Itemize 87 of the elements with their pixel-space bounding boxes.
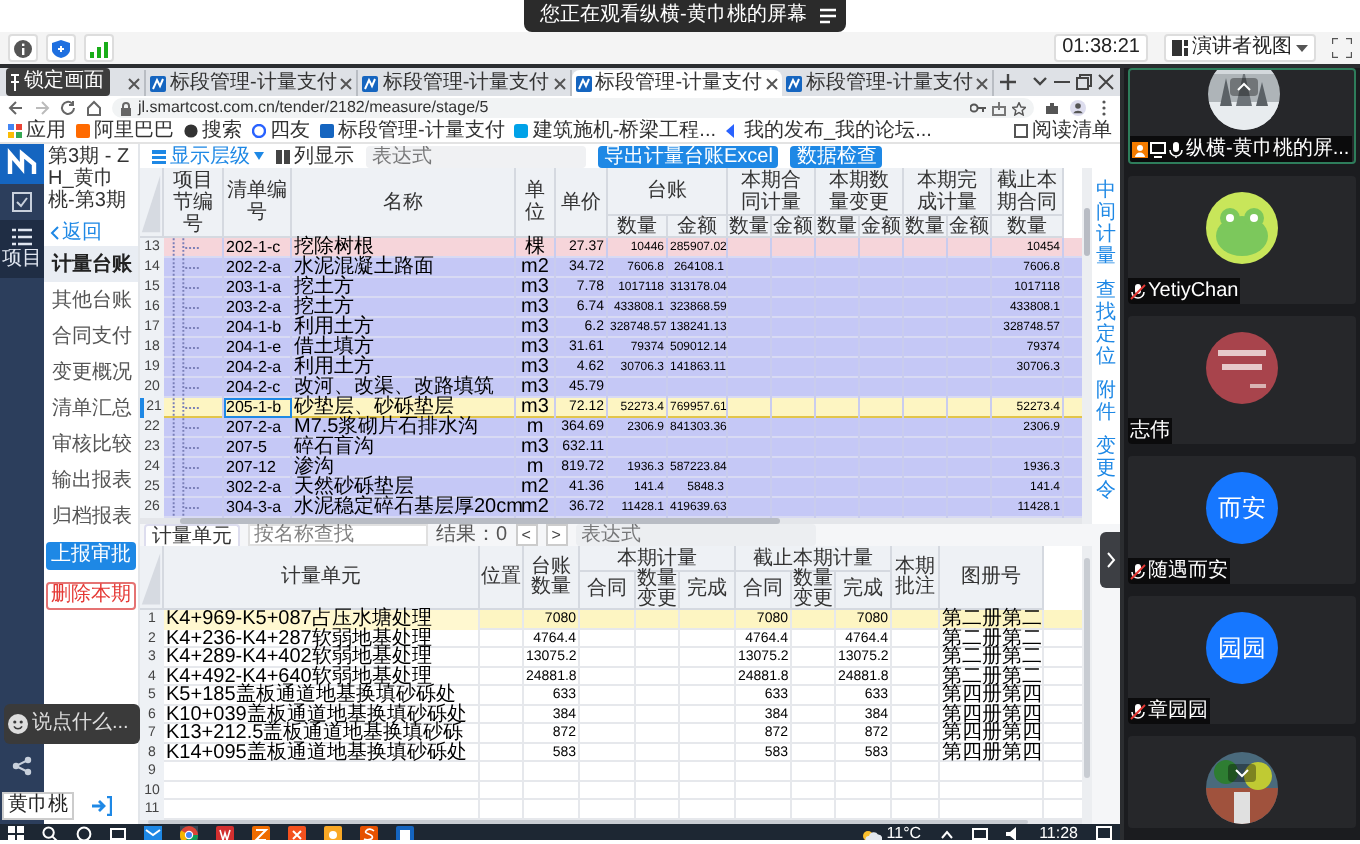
avatar: 而安 — [1206, 472, 1278, 544]
column-group-header: 截止本期合同 — [992, 168, 1064, 216]
column-header: 完成 — [680, 572, 736, 610]
participant-name: YetiyChan — [1148, 279, 1239, 303]
delete-button[interactable]: 删除本期 — [46, 582, 136, 610]
nav-item[interactable]: 清单汇总 — [44, 390, 138, 426]
side-link[interactable]: 附件 — [1096, 380, 1116, 424]
participant-name: 随遇而安 — [1148, 559, 1228, 583]
participant-name: 志伟 — [1130, 419, 1170, 443]
column-header: 名称 — [292, 168, 516, 238]
bookmark[interactable]: 标段管理-计量支付 — [320, 120, 505, 142]
table-cell[interactable]: 204-2-c — [224, 378, 292, 398]
lock-label: 锁定画面 — [24, 70, 104, 94]
column-header: 数量 — [728, 216, 772, 238]
nav-item[interactable]: 计量台账 — [44, 246, 138, 282]
nav-item[interactable]: 其他台账 — [44, 282, 138, 318]
export-button[interactable]: 导出计量台账Excel — [598, 145, 779, 167]
column-header: 单价 — [556, 168, 608, 238]
column-group-header: 本期数量变更 — [816, 168, 904, 216]
column-header: 金额 — [668, 216, 728, 238]
address-field[interactable]: jl.smartcost.com.cn/tender/2182/measure/stage/5 — [112, 98, 1034, 118]
column-header: 图册号 — [940, 546, 1044, 610]
notice-text: 您正在观看纵横-黄巾桃的屏幕 — [540, 4, 807, 28]
table-cell[interactable]: K4+969-K5+087占压水塘处理 — [164, 610, 480, 629]
previous-button[interactable]: < — [515, 524, 538, 546]
period-title: 第3期 - ZH_黄巾桃-第3期 — [46, 144, 132, 214]
participant-name: 纵横-黄巾桃的屏... — [1186, 137, 1350, 161]
column-header: 合同 — [580, 572, 636, 610]
nav-item[interactable]: 合同支付 — [44, 318, 138, 354]
bookmark[interactable]: 建筑施机-桥梁工程... — [514, 120, 717, 142]
column-header: 数量 — [816, 216, 860, 238]
expression-field[interactable]: 表达式 — [575, 524, 816, 546]
next-button[interactable]: > — [545, 524, 568, 546]
bookmark[interactable]: 阿里巴巴 — [76, 120, 174, 142]
clock-text: 11:28 — [1039, 824, 1078, 840]
column-header: 单位 — [516, 168, 556, 238]
avatar: 园园 — [1206, 612, 1278, 684]
bookmark[interactable]: 四友 — [252, 120, 310, 142]
column-header: 合同 — [736, 572, 792, 610]
bookmark[interactable]: 搜索 — [184, 120, 242, 142]
column-header: 位置 — [480, 546, 524, 610]
side-link[interactable]: 中间计量 — [1096, 180, 1116, 268]
column-header: 数量 — [992, 216, 1064, 238]
check-button[interactable]: 数据检查 — [790, 145, 883, 167]
browser-tab[interactable]: 标段管理-计量支付 — [571, 70, 783, 96]
chat-input[interactable]: 说点什么... — [4, 704, 140, 744]
column-header: 数量 — [608, 216, 668, 238]
column-group-header: 本期合同计量 — [728, 168, 816, 216]
column-header: 清单编号 — [224, 168, 292, 238]
back-link[interactable]: 返回 — [44, 218, 138, 246]
search-field[interactable]: 按名称查找 — [248, 524, 428, 546]
rail-item[interactable]: 项目 — [0, 220, 44, 278]
weather-text: 11°C — [886, 824, 922, 840]
submit-button[interactable]: 上报审批 — [46, 542, 136, 570]
column-group-header: 本期完成计量 — [904, 168, 992, 216]
nav-item[interactable]: 审核比较 — [44, 426, 138, 462]
level-dropdown[interactable]: 显示层级 — [152, 145, 264, 167]
table-cell[interactable]: 205-1-b — [224, 398, 292, 418]
bookmark[interactable]: 应用 — [8, 120, 66, 142]
column-header: 台账数量 — [524, 546, 580, 610]
side-link[interactable]: 查找定位 — [1096, 280, 1116, 368]
column-header: 金额 — [772, 216, 816, 238]
nav-item[interactable]: 归档报表 — [44, 498, 138, 534]
presenter-label: 黄巾桃 — [2, 792, 74, 820]
expression-field[interactable]: 表达式 — [366, 145, 586, 167]
column-group-header: 台账 — [608, 168, 728, 216]
column-header: 金额 — [948, 216, 992, 238]
column-header: 项目节编号 — [164, 168, 224, 238]
column-header: 完成 — [836, 572, 892, 610]
participant-name: 章园园 — [1148, 699, 1208, 723]
lock-overlay[interactable]: 锁定画面 — [6, 68, 110, 96]
column-header: 计量单元 — [164, 546, 480, 610]
view-button[interactable]: 演讲者视图 — [1164, 34, 1316, 62]
bookmark[interactable]: 我的发布_我的论坛... — [726, 120, 932, 142]
nav-item[interactable]: 变更概况 — [44, 354, 138, 390]
column-header: 数量变更 — [792, 572, 836, 610]
result-count: 结果：0 — [436, 524, 508, 546]
column-header: 本期批注 — [892, 546, 940, 610]
meeting-timer: 01:38:21 — [1054, 34, 1148, 62]
column-header: 数量 — [904, 216, 948, 238]
column-header: 数量变更 — [636, 572, 680, 610]
column-header: 金额 — [860, 216, 904, 238]
bookmark[interactable]: 阅读清单 — [1014, 120, 1112, 142]
side-link[interactable]: 变更令 — [1096, 436, 1116, 502]
columns-button[interactable]: 列显示 — [276, 145, 354, 167]
panel-tab[interactable]: 计量单元 — [144, 524, 240, 546]
nav-item[interactable]: 输出报表 — [44, 462, 138, 498]
